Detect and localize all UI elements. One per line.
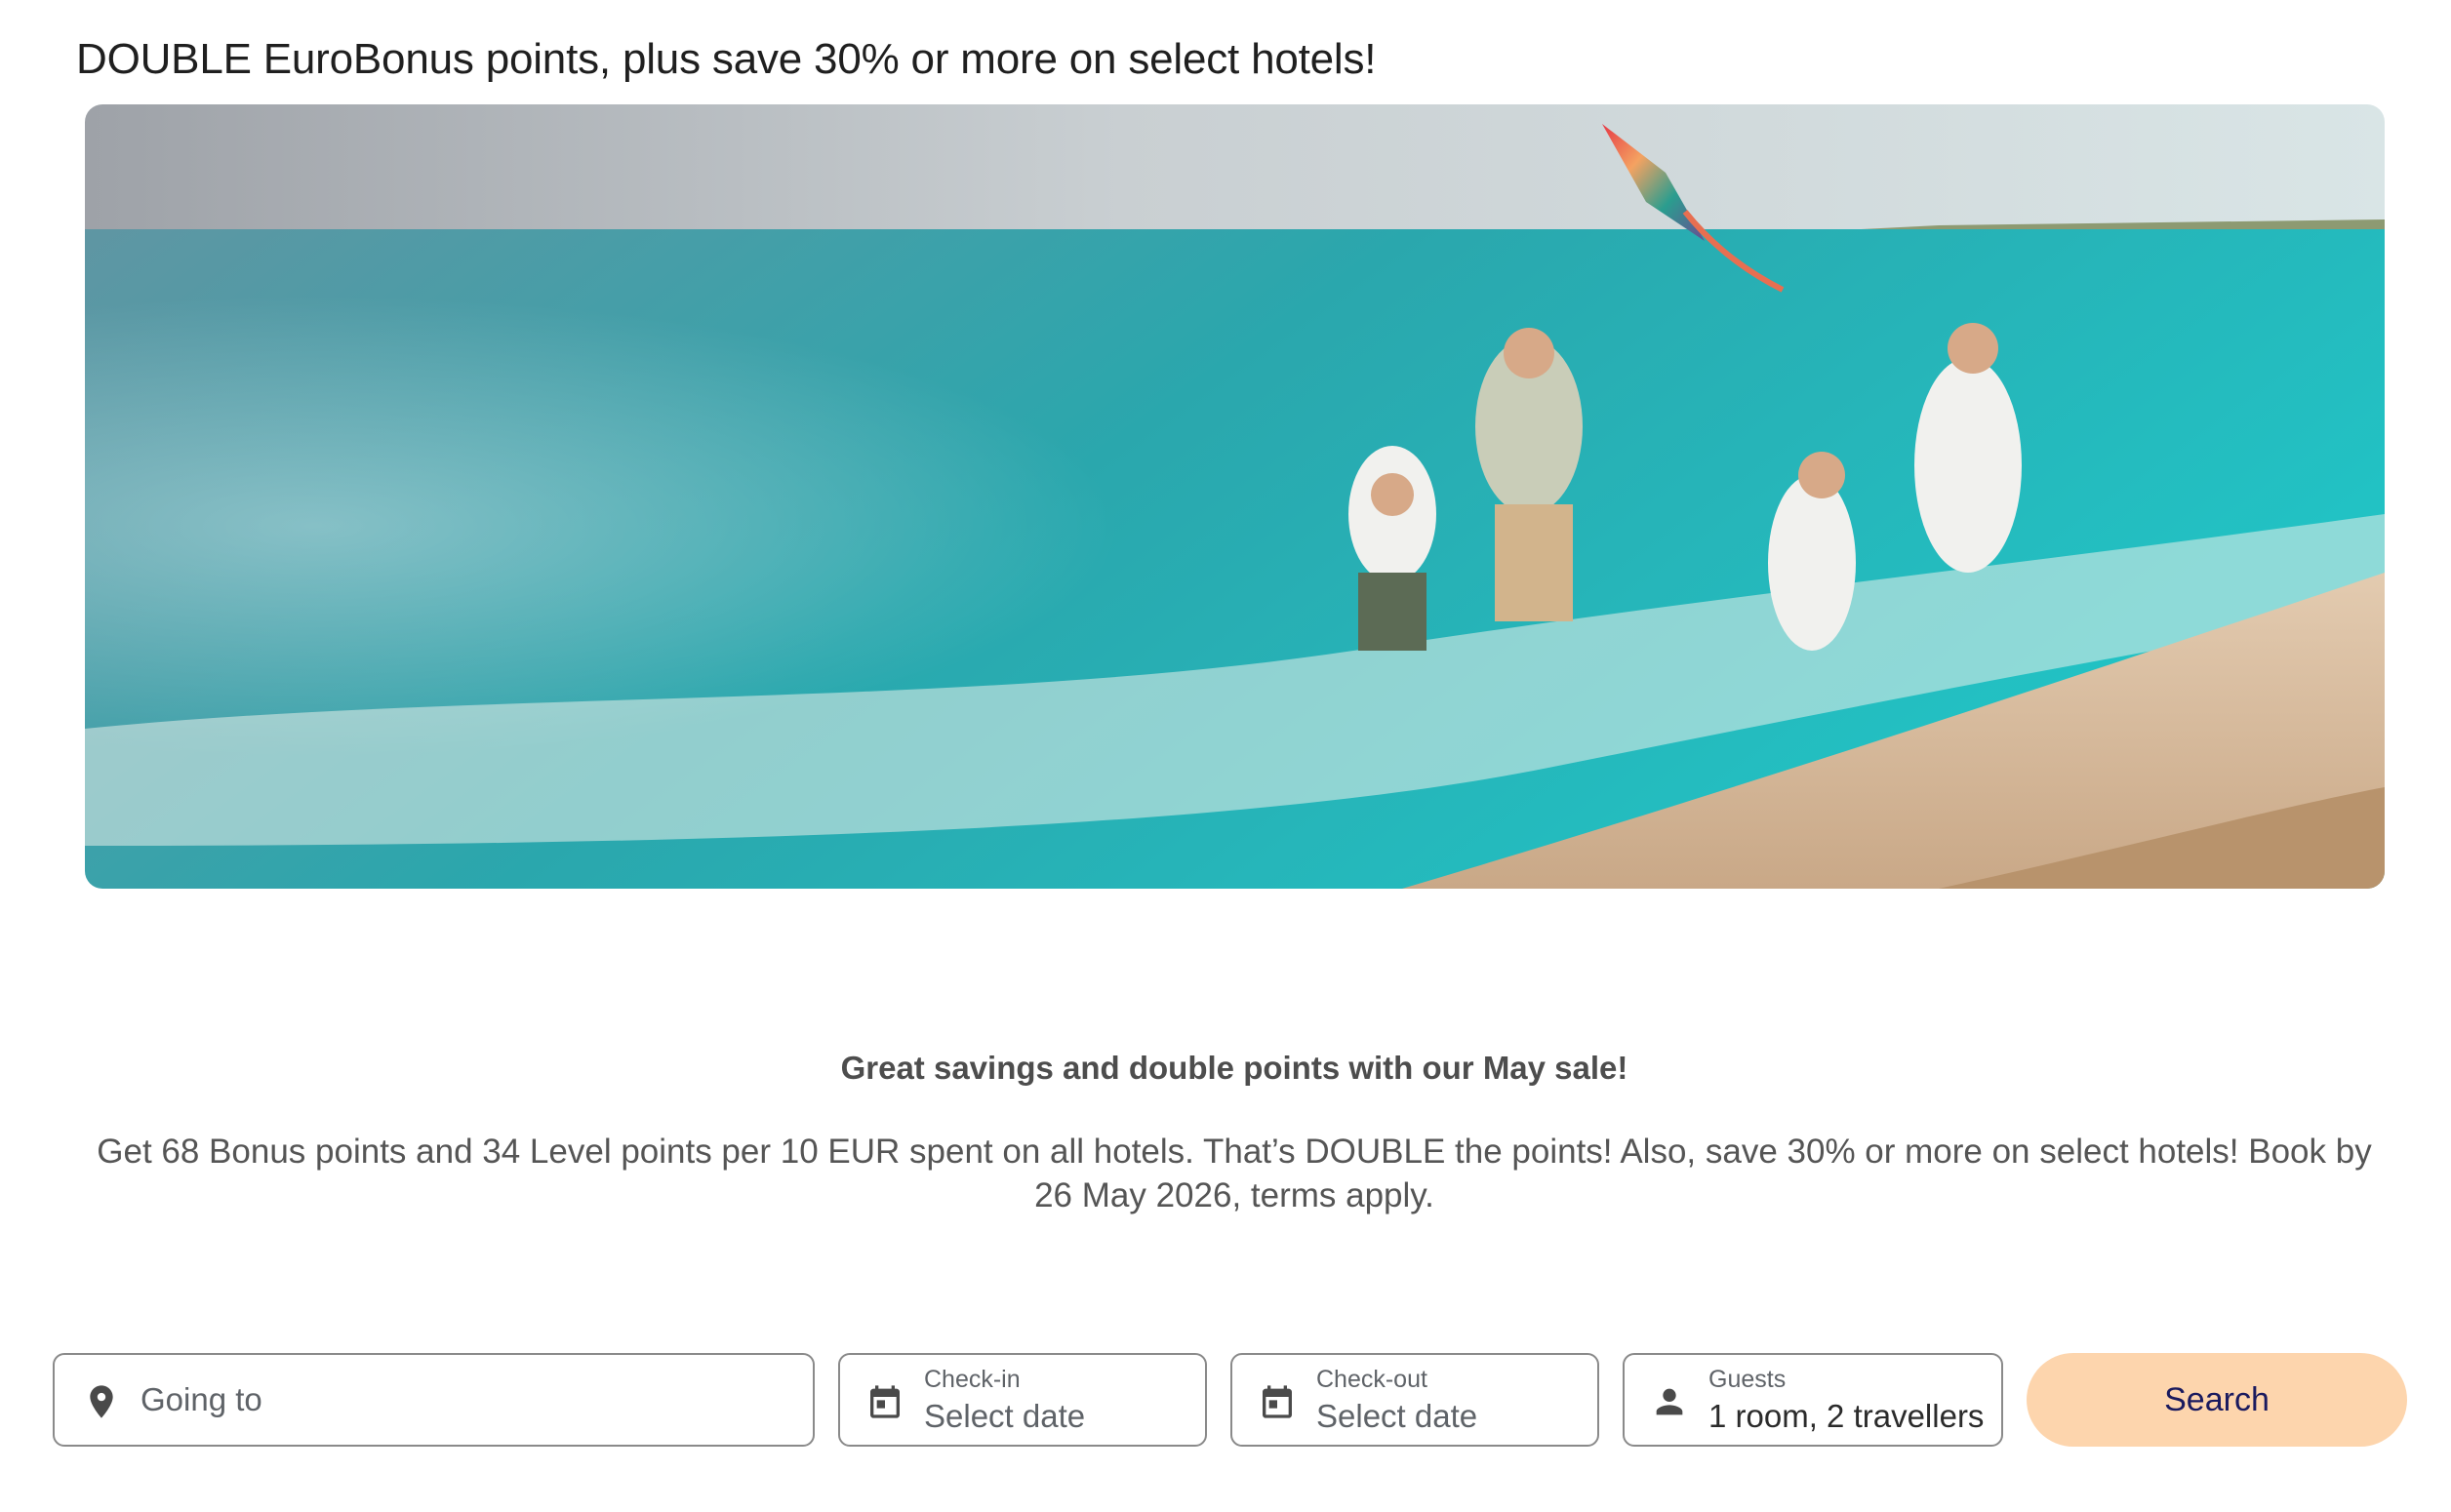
promo-subtitle: Great savings and double points with our… — [840, 1050, 1628, 1086]
destination-field[interactable]: Going to — [53, 1353, 815, 1447]
checkout-field[interactable]: Check-out Select date — [1230, 1353, 1599, 1447]
calendar-icon — [865, 1382, 904, 1421]
promo-headline: DOUBLE EuroBonus points, plus save 30% o… — [76, 35, 1377, 83]
checkin-field[interactable]: Check-in Select date — [838, 1353, 1207, 1447]
checkout-label: Check-out — [1316, 1366, 1427, 1393]
guests-value: 1 room, 2 travellers — [1708, 1398, 1985, 1434]
destination-placeholder: Going to — [141, 1381, 262, 1417]
page: DOUBLE EuroBonus points, plus save 30% o… — [0, 0, 2451, 1512]
checkout-value: Select date — [1316, 1398, 1478, 1434]
checkin-label: Check-in — [924, 1366, 1021, 1393]
hero-image-beach-family — [85, 104, 2385, 889]
calendar-icon — [1258, 1382, 1297, 1421]
checkin-value: Select date — [924, 1398, 1086, 1434]
map-pin-icon — [82, 1382, 121, 1421]
search-button[interactable]: Search — [2027, 1353, 2407, 1447]
guests-label: Guests — [1708, 1366, 1787, 1393]
guests-field[interactable]: Guests 1 room, 2 travellers — [1623, 1353, 2003, 1447]
person-icon — [1650, 1382, 1689, 1421]
promo-body: Get 68 Bonus points and 34 Level points … — [97, 1133, 2372, 1214]
